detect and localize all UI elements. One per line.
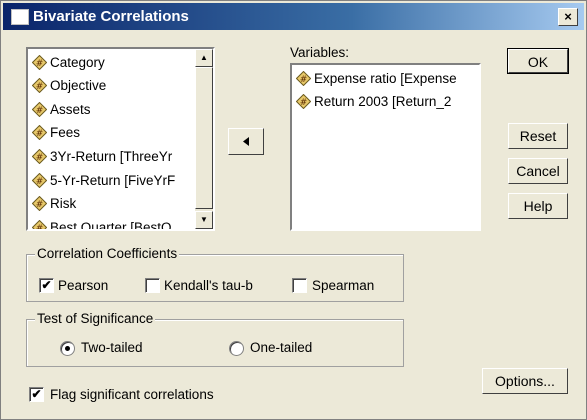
one-tailed-label: One-tailed bbox=[250, 340, 313, 355]
kendall-label: Kendall's tau-b bbox=[164, 278, 253, 293]
two-tailed-label: Two-tailed bbox=[81, 340, 143, 355]
source-variable-item[interactable]: #5-Yr-Return [FiveYrF bbox=[32, 169, 175, 191]
variable-label: Category bbox=[50, 54, 105, 70]
bivariate-correlations-dialog: Bivariate Correlations × # Category # Objec… bbox=[0, 0, 587, 420]
svg-text:#: # bbox=[36, 224, 44, 231]
pearson-label: Pearson bbox=[58, 278, 109, 293]
variable-label: Fees bbox=[50, 125, 81, 141]
svg-text:#: # bbox=[36, 106, 44, 116]
scale-variable-icon: # bbox=[32, 148, 47, 164]
source-variable-item[interactable]: # Category bbox=[32, 51, 105, 73]
cancel-button[interactable]: Cancel bbox=[508, 158, 568, 184]
selected-variable-item[interactable]: # Expense ratio [Expense bbox=[296, 67, 457, 89]
options-button[interactable]: Options... bbox=[482, 368, 568, 394]
svg-text:#: # bbox=[300, 75, 308, 85]
variable-label: Risk bbox=[50, 196, 77, 212]
help-button[interactable]: Help bbox=[508, 193, 568, 219]
window-title: Bivariate Correlations bbox=[33, 8, 189, 25]
move-variable-button[interactable] bbox=[228, 128, 264, 155]
svg-text:#: # bbox=[36, 59, 44, 69]
two-tailed-radio[interactable] bbox=[60, 341, 75, 356]
svg-text:#: # bbox=[36, 82, 44, 92]
source-variable-item[interactable]: # Assets bbox=[32, 98, 91, 120]
scale-variable-icon: # bbox=[32, 54, 47, 70]
scale-variable-icon: # bbox=[296, 70, 311, 86]
source-list-scrollbar[interactable]: ▲ ▼ bbox=[195, 49, 213, 229]
source-variable-item[interactable]: # Best Quarter [BestQ bbox=[32, 216, 172, 231]
source-variable-list[interactable]: # Category # Objective # Assets # Fees #3Yr-Retu… bbox=[26, 47, 215, 231]
scroll-up-button[interactable]: ▲ bbox=[195, 49, 213, 67]
reset-button[interactable]: Reset bbox=[508, 123, 568, 149]
flag-significant-label: Flag significant correlations bbox=[50, 387, 214, 402]
variable-label: 3Yr-Return [ThreeYr bbox=[50, 148, 173, 164]
arrow-left-icon bbox=[243, 137, 249, 146]
test-of-significance-legend: Test of Significance bbox=[35, 311, 156, 326]
scroll-down-button[interactable]: ▼ bbox=[195, 211, 213, 229]
svg-text:#: # bbox=[36, 177, 44, 187]
variable-label: Expense ratio [Expense bbox=[314, 70, 457, 86]
source-variable-item[interactable]: # Fees bbox=[32, 122, 80, 144]
flag-significant-checkbox[interactable]: ✔ bbox=[29, 387, 44, 402]
spearman-label: Spearman bbox=[312, 278, 375, 293]
pearson-checkbox[interactable]: ✔ bbox=[39, 278, 54, 293]
svg-text:#: # bbox=[300, 98, 308, 108]
title-bar[interactable]: Bivariate Correlations × bbox=[3, 3, 584, 30]
scale-variable-icon: # bbox=[32, 125, 47, 141]
svg-text:#: # bbox=[36, 129, 44, 139]
scale-variable-icon: # bbox=[32, 172, 47, 188]
svg-text:#: # bbox=[36, 153, 44, 163]
variables-label: Variables: bbox=[290, 45, 350, 60]
kendall-checkbox[interactable] bbox=[145, 278, 160, 293]
checkmark-icon: ✔ bbox=[31, 387, 42, 401]
checkmark-icon: ✔ bbox=[41, 278, 52, 292]
close-button[interactable]: × bbox=[558, 8, 578, 26]
source-variable-item[interactable]: # Objective bbox=[32, 75, 106, 97]
source-variable-item[interactable]: #3Yr-Return [ThreeYr bbox=[32, 145, 172, 167]
ok-button[interactable]: OK bbox=[507, 48, 569, 74]
variables-list[interactable]: # Expense ratio [Expense # Return 2003 [Ret… bbox=[290, 63, 481, 231]
scale-variable-icon: # bbox=[32, 196, 47, 212]
scale-variable-icon: # bbox=[32, 78, 47, 94]
correlation-coefficients-legend: Correlation Coefficients bbox=[35, 246, 180, 261]
one-tailed-radio[interactable] bbox=[229, 341, 244, 356]
scroll-thumb[interactable] bbox=[195, 67, 213, 209]
variable-label: Objective bbox=[50, 78, 107, 94]
scale-variable-icon: # bbox=[296, 93, 311, 109]
selected-variable-item[interactable]: # Return 2003 [Return_2 bbox=[296, 90, 451, 112]
variable-label: Return 2003 [Return_2 bbox=[314, 93, 452, 109]
scale-variable-icon: # bbox=[32, 101, 47, 117]
variable-label: Best Quarter [BestQ bbox=[50, 219, 172, 231]
spearman-checkbox[interactable] bbox=[292, 278, 307, 293]
variable-label: 5-Yr-Return [FiveYrF bbox=[50, 172, 176, 188]
scale-variable-icon: # bbox=[32, 219, 47, 231]
variable-label: Assets bbox=[50, 101, 91, 117]
window-icon bbox=[11, 9, 29, 25]
source-variable-item[interactable]: # Risk bbox=[32, 193, 76, 215]
svg-text:#: # bbox=[36, 200, 44, 210]
